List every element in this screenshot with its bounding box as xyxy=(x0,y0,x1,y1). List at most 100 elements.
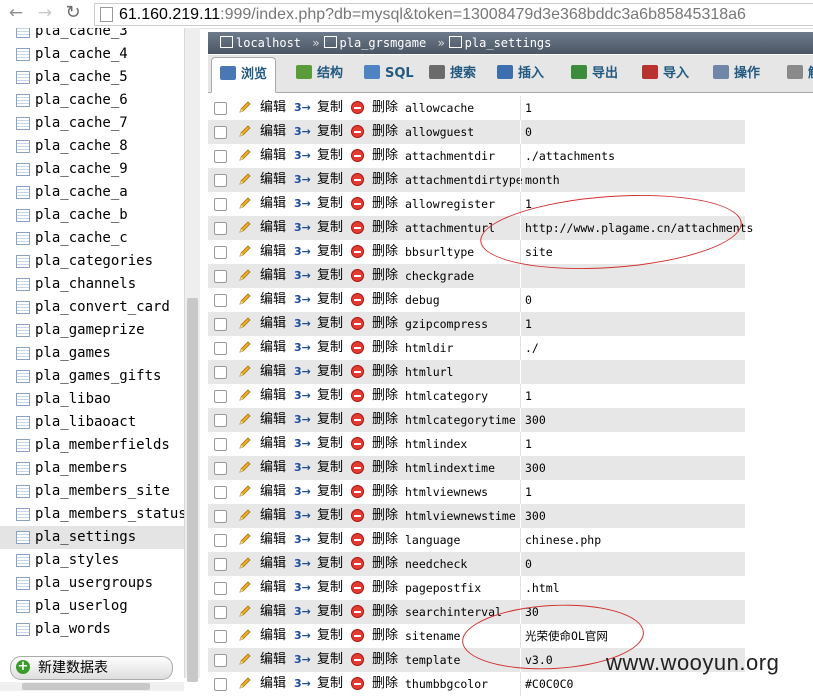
copy-icon[interactable]: 3→ xyxy=(294,173,311,186)
copy-icon[interactable]: 3→ xyxy=(294,101,311,114)
delete-icon[interactable] xyxy=(351,605,364,618)
delete-icon[interactable] xyxy=(351,413,364,426)
delete-icon[interactable] xyxy=(351,269,364,282)
edit-link[interactable]: 编辑 xyxy=(260,96,286,120)
row-checkbox[interactable] xyxy=(214,318,227,331)
sidebar-item-pla-settings[interactable]: pla_settings xyxy=(0,526,184,549)
copy-link[interactable]: 复制 xyxy=(317,144,343,168)
copy-link[interactable]: 复制 xyxy=(317,552,343,576)
delete-link[interactable]: 删除 xyxy=(372,456,398,480)
pencil-icon[interactable] xyxy=(238,220,252,234)
row-checkbox[interactable] xyxy=(214,270,227,283)
copy-icon[interactable]: 3→ xyxy=(294,677,311,690)
sidebar-item-pla-games-gifts[interactable]: pla_games_gifts xyxy=(0,365,184,388)
tab-structure[interactable]: 结构 xyxy=(288,57,351,91)
address-bar[interactable]: 61.160.219.11:999/index.php?db=mysql&tok… xyxy=(94,3,813,26)
row-checkbox[interactable] xyxy=(214,414,227,427)
row-checkbox[interactable] xyxy=(214,678,227,691)
delete-link[interactable]: 删除 xyxy=(372,264,398,288)
copy-icon[interactable]: 3→ xyxy=(294,125,311,138)
edit-link[interactable]: 编辑 xyxy=(260,480,286,504)
pencil-icon[interactable] xyxy=(238,460,252,474)
copy-icon[interactable]: 3→ xyxy=(294,245,311,258)
pencil-icon[interactable] xyxy=(238,124,252,138)
delete-icon[interactable] xyxy=(351,317,364,330)
row-checkbox[interactable] xyxy=(214,102,227,115)
copy-link[interactable]: 复制 xyxy=(317,456,343,480)
copy-icon[interactable]: 3→ xyxy=(294,605,311,618)
tab-sql[interactable]: SQL xyxy=(356,57,422,91)
row-checkbox[interactable] xyxy=(214,126,227,139)
copy-icon[interactable]: 3→ xyxy=(294,437,311,450)
pencil-icon[interactable] xyxy=(238,652,252,666)
delete-icon[interactable] xyxy=(351,341,364,354)
delete-link[interactable]: 删除 xyxy=(372,144,398,168)
delete-icon[interactable] xyxy=(351,485,364,498)
breadcrumb-server[interactable]: localhost xyxy=(236,36,301,50)
delete-icon[interactable] xyxy=(351,365,364,378)
delete-link[interactable]: 删除 xyxy=(372,672,398,696)
row-checkbox[interactable] xyxy=(214,294,227,307)
sidebar-item-pla-cache-5[interactable]: pla_cache_5 xyxy=(0,66,184,89)
copy-link[interactable]: 复制 xyxy=(317,264,343,288)
sidebar-item-pla-cache-9[interactable]: pla_cache_9 xyxy=(0,158,184,181)
delete-link[interactable]: 删除 xyxy=(372,288,398,312)
new-table-button[interactable]: + 新建数据表 xyxy=(10,656,173,680)
pencil-icon[interactable] xyxy=(238,340,252,354)
row-checkbox[interactable] xyxy=(214,606,227,619)
sidebar-item-pla-cache-a[interactable]: pla_cache_a xyxy=(0,181,184,204)
delete-icon[interactable] xyxy=(351,197,364,210)
delete-link[interactable]: 删除 xyxy=(372,96,398,120)
row-checkbox[interactable] xyxy=(214,174,227,187)
delete-link[interactable]: 删除 xyxy=(372,480,398,504)
copy-icon[interactable]: 3→ xyxy=(294,341,311,354)
edit-link[interactable]: 编辑 xyxy=(260,312,286,336)
copy-link[interactable]: 复制 xyxy=(317,168,343,192)
tab-import[interactable]: 导入 xyxy=(634,57,697,91)
tab-search[interactable]: 搜索 xyxy=(421,57,484,91)
copy-icon[interactable]: 3→ xyxy=(294,509,311,522)
pencil-icon[interactable] xyxy=(238,364,252,378)
copy-icon[interactable]: 3→ xyxy=(294,149,311,162)
pencil-icon[interactable] xyxy=(238,316,252,330)
delete-link[interactable]: 删除 xyxy=(372,576,398,600)
copy-link[interactable]: 复制 xyxy=(317,192,343,216)
sidebar-item-pla-cache-7[interactable]: pla_cache_7 xyxy=(0,112,184,135)
edit-link[interactable]: 编辑 xyxy=(260,168,286,192)
copy-icon[interactable]: 3→ xyxy=(294,365,311,378)
sidebar-item-pla-cache-b[interactable]: pla_cache_b xyxy=(0,204,184,227)
copy-link[interactable]: 复制 xyxy=(317,648,343,672)
pencil-icon[interactable] xyxy=(238,388,252,402)
sidebar-item-pla-libao[interactable]: pla_libao xyxy=(0,388,184,411)
pencil-icon[interactable] xyxy=(238,484,252,498)
edit-link[interactable]: 编辑 xyxy=(260,432,286,456)
breadcrumb-table[interactable]: pla_settings xyxy=(465,36,552,50)
delete-link[interactable]: 删除 xyxy=(372,168,398,192)
sidebar-item-pla-cache-8[interactable]: pla_cache_8 xyxy=(0,135,184,158)
delete-link[interactable]: 删除 xyxy=(372,648,398,672)
copy-link[interactable]: 复制 xyxy=(317,312,343,336)
row-checkbox[interactable] xyxy=(214,462,227,475)
delete-icon[interactable] xyxy=(351,533,364,546)
edit-link[interactable]: 编辑 xyxy=(260,240,286,264)
row-checkbox[interactable] xyxy=(214,654,227,667)
delete-link[interactable]: 删除 xyxy=(372,384,398,408)
delete-icon[interactable] xyxy=(351,293,364,306)
sidebar-item-pla-cache-4[interactable]: pla_cache_4 xyxy=(0,43,184,66)
copy-icon[interactable]: 3→ xyxy=(294,533,311,546)
edit-link[interactable]: 编辑 xyxy=(260,408,286,432)
copy-link[interactable]: 复制 xyxy=(317,216,343,240)
edit-link[interactable]: 编辑 xyxy=(260,576,286,600)
copy-icon[interactable]: 3→ xyxy=(294,581,311,594)
sidebar-item-pla-gameprize[interactable]: pla_gameprize xyxy=(0,319,184,342)
row-checkbox[interactable] xyxy=(214,486,227,499)
copy-link[interactable]: 复制 xyxy=(317,624,343,648)
pencil-icon[interactable] xyxy=(238,532,252,546)
pencil-icon[interactable] xyxy=(238,508,252,522)
sidebar-item-pla-games[interactable]: pla_games xyxy=(0,342,184,365)
edit-link[interactable]: 编辑 xyxy=(260,600,286,624)
delete-icon[interactable] xyxy=(351,653,364,666)
edit-link[interactable]: 编辑 xyxy=(260,144,286,168)
delete-icon[interactable] xyxy=(351,389,364,402)
edit-link[interactable]: 编辑 xyxy=(260,120,286,144)
